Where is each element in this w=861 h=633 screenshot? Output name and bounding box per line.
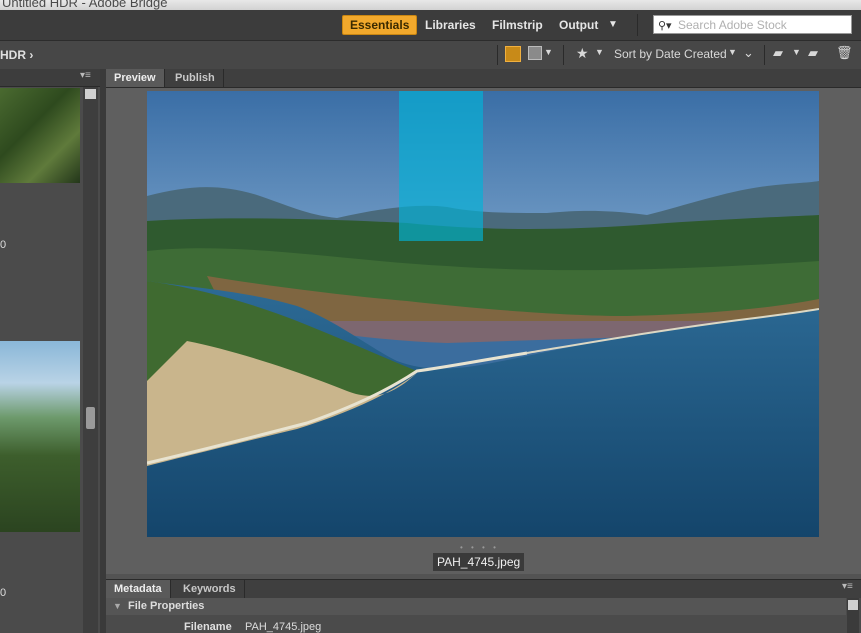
stock-search-input[interactable]: ⚲▾ Search Adobe Stock [653,15,852,34]
thumbnail-label: 0 [0,587,7,599]
star-filter-icon[interactable]: ★ [576,45,589,62]
toolbar-divider [563,45,564,65]
coastal-landscape-image [147,91,819,537]
tab-preview[interactable]: Preview [106,69,165,87]
disclosure-triangle-icon[interactable]: ▼ [113,598,122,615]
section-title: File Properties [128,600,205,612]
view-options-dropdown-icon[interactable]: ▼ [544,47,553,57]
preview-panel-tabs: Preview Publish [106,69,861,88]
new-folder-icon[interactable]: ▰ [808,45,818,61]
toolbar-divider [637,14,638,36]
sort-direction-chevron-icon[interactable]: ⌄ [743,45,754,61]
metadata-panel: ▼ File Properties Filename PAH_4745.jpeg [106,598,861,633]
chevron-right-icon: › [29,48,34,62]
search-icon: ⚲▾ [658,20,672,32]
open-folder-icon[interactable]: ▰ [773,45,783,61]
sort-dropdown-icon[interactable]: ▼ [728,47,737,57]
folder-dropdown-icon[interactable]: ▼ [792,47,801,57]
metadata-field-value: PAH_4745.jpeg [245,621,322,633]
sort-menu[interactable]: Sort by Date Created [614,47,727,61]
thumbnail-image[interactable] [0,341,80,532]
metadata-panel-tabs: Metadata Keywords ▾≡ [106,579,861,599]
scroll-up-arrow-icon[interactable] [848,600,858,610]
breadcrumb[interactable]: HDR › [0,48,33,62]
toolbar-divider [764,45,765,65]
workspace-essentials[interactable]: Essentials [342,15,418,35]
window-titlebar: Untitled HDR - Adobe Bridge [0,0,861,10]
metadata-field-label: Filename [184,621,232,633]
thumbnail-grid-view-icon[interactable] [505,46,521,62]
content-panel: ▾≡ 0 0 [0,69,100,633]
panel-menu-icon[interactable]: ▾≡ [80,70,91,81]
resize-handle-icon[interactable]: • • • • [460,543,499,552]
scroll-up-arrow-icon[interactable] [85,89,96,99]
panel-menu-icon[interactable]: ▾≡ [842,581,853,592]
view-options-icon[interactable] [528,46,542,60]
file-properties-header[interactable]: ▼ File Properties [106,598,846,615]
path-bar: HDR › ▼ ★ ▼ Sort by Date Created ▼ ⌄ ▰ ▼… [0,40,861,70]
workspace-output[interactable]: Output [559,15,598,35]
window-title: Untitled HDR - Adobe Bridge [2,0,168,10]
trash-icon[interactable]: 🗑 [836,45,853,61]
thumbnail-label: 0 [0,239,7,251]
tab-metadata[interactable]: Metadata [106,580,171,598]
thumbnail-image[interactable] [0,88,80,183]
toolbar-divider [497,45,498,65]
workspace-libraries[interactable]: Libraries [425,15,476,35]
search-placeholder: Search Adobe Stock [678,18,787,32]
breadcrumb-label: HDR [0,48,26,62]
filter-dropdown-icon[interactable]: ▼ [595,47,604,57]
scrollbar-thumb[interactable] [86,407,95,429]
content-panel-header: ▾≡ [0,69,100,87]
content-scrollbar[interactable] [83,87,98,633]
workspace-filmstrip[interactable]: Filmstrip [492,15,543,35]
tab-publish[interactable]: Publish [167,69,224,87]
metadata-scrollbar[interactable] [847,598,859,633]
preview-filename-label: PAH_4745.jpeg [433,553,525,571]
preview-image[interactable] [147,91,819,537]
tab-keywords[interactable]: Keywords [175,580,245,598]
workspace-menu-chevron-icon[interactable]: ▼ [608,15,618,35]
